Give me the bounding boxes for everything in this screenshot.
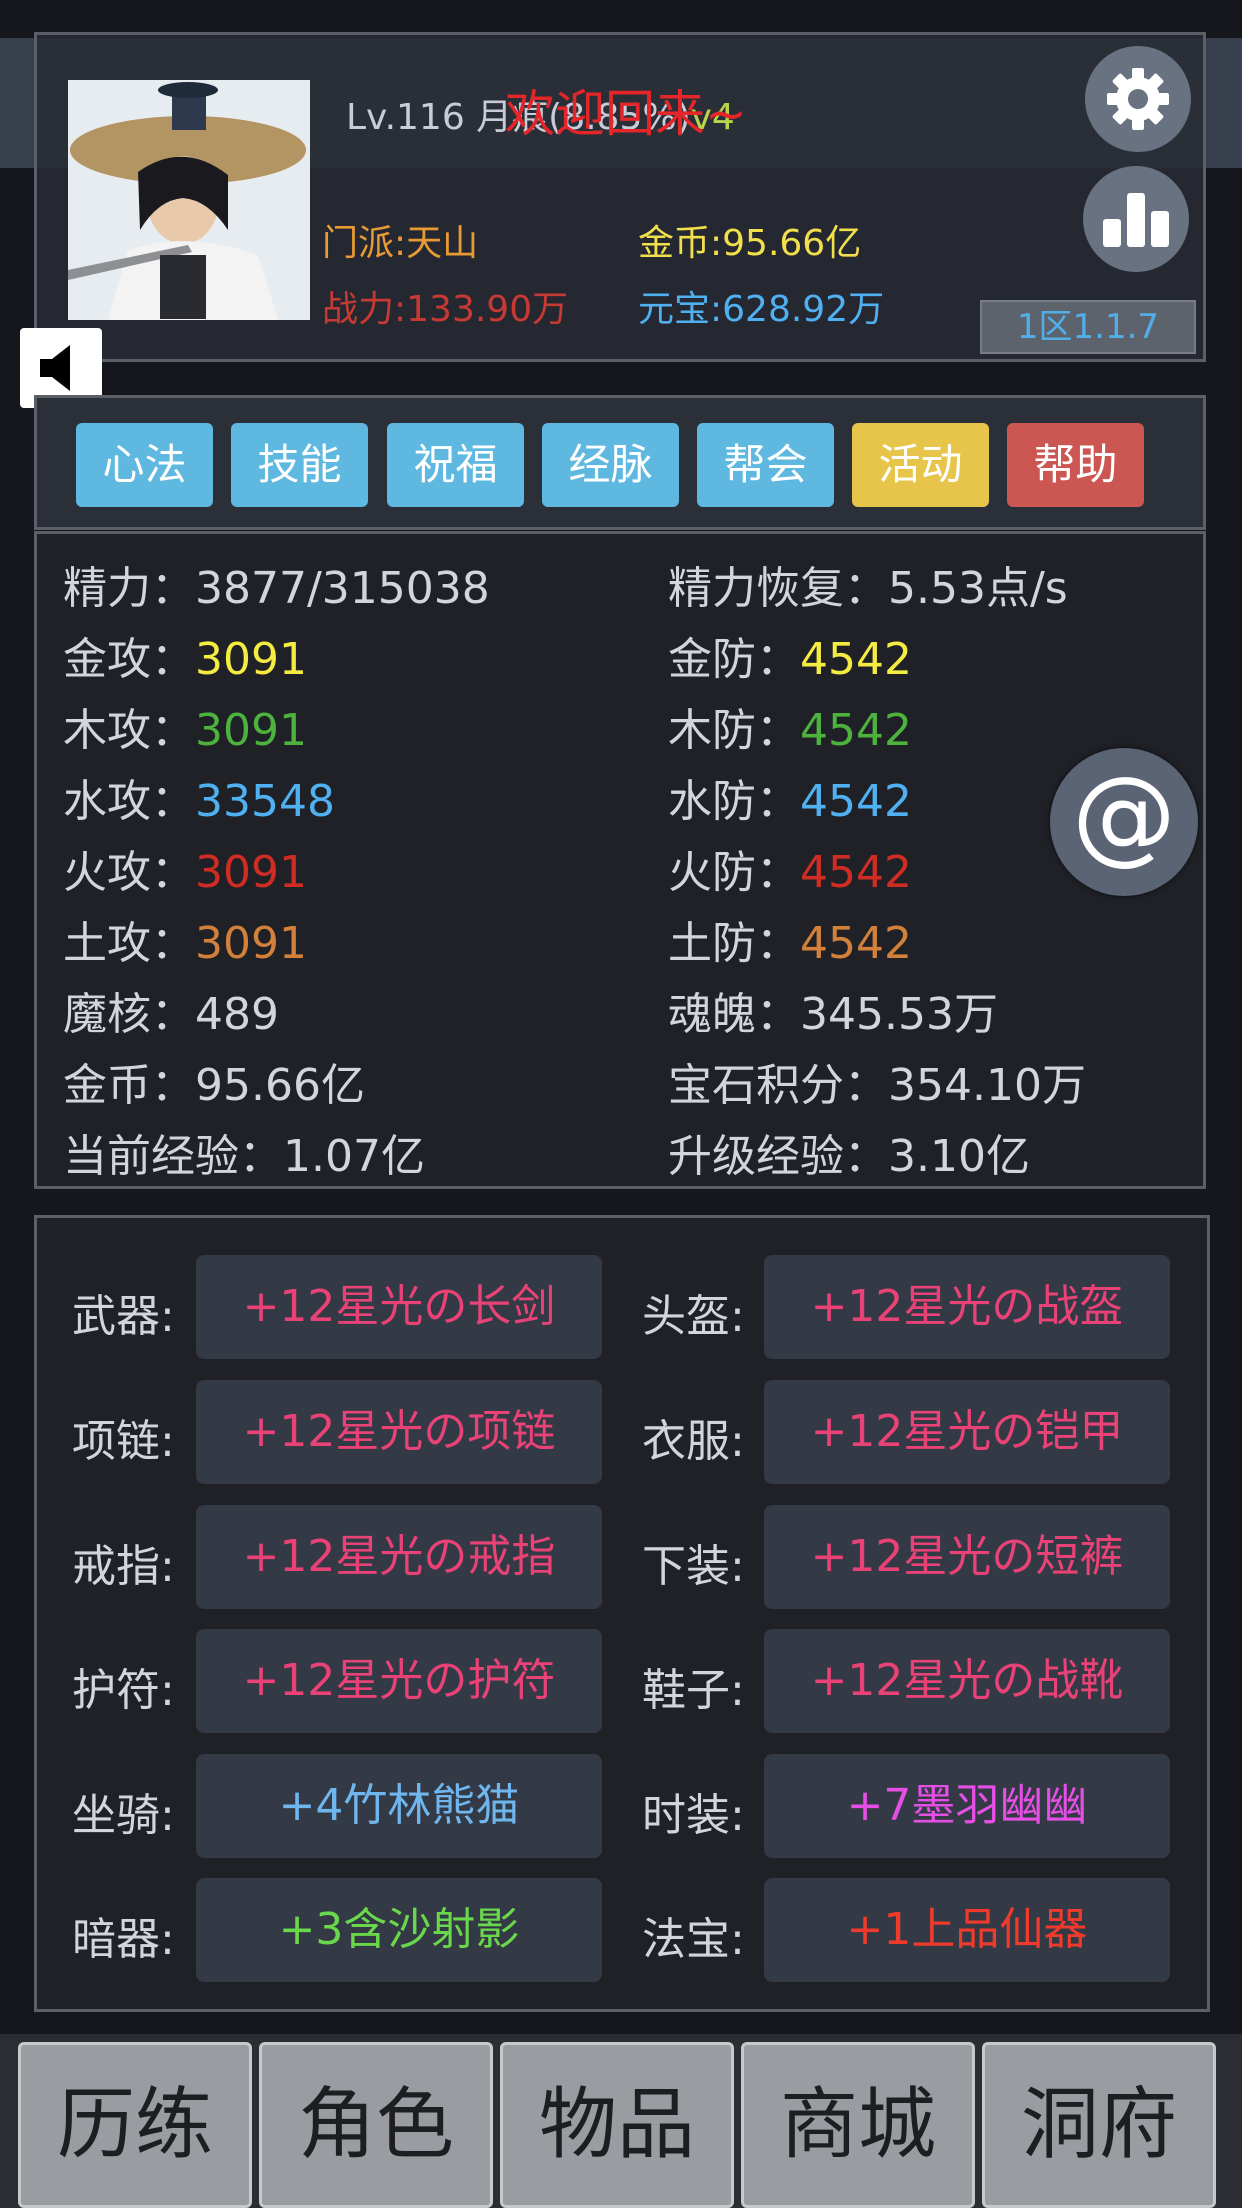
sect-text: 门派:天山 — [322, 223, 479, 264]
equip-slot-armor[interactable]: +12星光の铠甲 — [764, 1380, 1170, 1484]
equip-slot-treasure[interactable]: +1上品仙器 — [764, 1878, 1170, 1982]
equip-label-helmet: 头盔: — [642, 1291, 745, 1342]
stat-wood-attack: 木攻：3091 — [63, 705, 307, 756]
equip-slot-necklace[interactable]: +12星光の项链 — [196, 1380, 602, 1484]
tab-xinfa[interactable]: 心法 — [76, 423, 213, 507]
bar-chart-icon — [1103, 193, 1169, 247]
server-badge: 1区1.1.7 — [980, 300, 1196, 354]
stat-demon-core: 魔核：489 — [63, 989, 279, 1040]
equip-slot-amulet[interactable]: +12星光の护符 — [196, 1629, 602, 1733]
yuanbao-text: 元宝:628.92万 — [638, 289, 885, 330]
equip-label-necklace: 项链: — [72, 1416, 175, 1467]
equip-label-amulet: 护符: — [72, 1665, 175, 1716]
equip-slot-pants[interactable]: +12星光の短裤 — [764, 1505, 1170, 1609]
equip-label-weapon: 武器: — [72, 1291, 175, 1342]
stat-fire-attack: 火攻：3091 — [63, 847, 307, 898]
equip-label-treasure: 法宝: — [642, 1914, 745, 1965]
stat-wood-defense: 木防：4542 — [668, 705, 912, 756]
stat-metal-defense: 金防：4542 — [668, 634, 912, 685]
equip-label-boots: 鞋子: — [642, 1665, 745, 1716]
tab-meridians[interactable]: 经脉 — [542, 423, 679, 507]
stat-earth-attack: 土攻：3091 — [63, 918, 307, 969]
stat-metal-attack: 金攻：3091 — [63, 634, 307, 685]
tab-skills[interactable]: 技能 — [231, 423, 368, 507]
equip-label-fashion: 时装: — [642, 1790, 745, 1841]
tab-guild[interactable]: 帮会 — [697, 423, 834, 507]
stat-water-attack: 水攻：33548 — [63, 776, 335, 827]
equip-slot-helmet[interactable]: +12星光の战盔 — [764, 1255, 1170, 1359]
settings-button[interactable] — [1085, 46, 1191, 152]
stat-fire-defense: 火防：4542 — [668, 847, 912, 898]
equip-label-armor: 衣服: — [642, 1416, 745, 1467]
gear-icon — [1107, 68, 1169, 130]
gold-text: 金币:95.66亿 — [638, 223, 862, 264]
stat-soul: 魂魄：345.53万 — [668, 989, 998, 1040]
tab-help[interactable]: 帮助 — [1007, 423, 1144, 507]
nav-shop[interactable]: 商城 — [741, 2042, 975, 2208]
stat-energy: 精力：3877/315038 — [63, 563, 490, 614]
equip-label-pants: 下装: — [642, 1541, 745, 1592]
stat-levelup-exp: 升级经验：3.10亿 — [668, 1131, 1030, 1182]
tab-events[interactable]: 活动 — [852, 423, 989, 507]
equip-slot-mount[interactable]: +4竹林熊猫 — [196, 1754, 602, 1858]
svg-text:@: @ — [1072, 767, 1176, 876]
equip-label-ring: 戒指: — [72, 1541, 175, 1592]
power-text: 战力:133.90万 — [322, 289, 569, 330]
chat-button[interactable]: @ — [1050, 748, 1198, 896]
equip-label-hidden-weapon: 暗器: — [72, 1914, 175, 1965]
equip-slot-ring[interactable]: +12星光の戒指 — [196, 1505, 602, 1609]
stat-energy-regen: 精力恢复：5.53点/s — [668, 563, 1068, 614]
equip-slot-fashion[interactable]: +7墨羽幽幽 — [764, 1754, 1170, 1858]
nav-cave[interactable]: 洞府 — [982, 2042, 1216, 2208]
stat-gem-points: 宝石积分：354.10万 — [668, 1060, 1086, 1111]
equip-label-mount: 坐骑: — [72, 1790, 175, 1841]
welcome-text: 欢迎回来~ — [505, 85, 747, 143]
nav-training[interactable]: 历练 — [18, 2042, 252, 2208]
nav-character[interactable]: 角色 — [259, 2042, 493, 2208]
at-sign-icon: @ — [1072, 767, 1176, 876]
speaker-icon — [40, 345, 70, 391]
nav-items[interactable]: 物品 — [500, 2042, 734, 2208]
stat-water-defense: 水防：4542 — [668, 776, 912, 827]
ranking-button[interactable] — [1083, 166, 1189, 272]
stat-earth-defense: 土防：4542 — [668, 918, 912, 969]
avatar[interactable] — [68, 80, 310, 320]
stat-gold: 金币：95.66亿 — [63, 1060, 365, 1111]
equip-slot-weapon[interactable]: +12星光の长剑 — [196, 1255, 602, 1359]
equip-slot-hidden-weapon[interactable]: +3含沙射影 — [196, 1878, 602, 1982]
tab-blessing[interactable]: 祝福 — [387, 423, 524, 507]
stat-current-exp: 当前经验：1.07亿 — [63, 1131, 425, 1182]
equip-slot-boots[interactable]: +12星光の战靴 — [764, 1629, 1170, 1733]
